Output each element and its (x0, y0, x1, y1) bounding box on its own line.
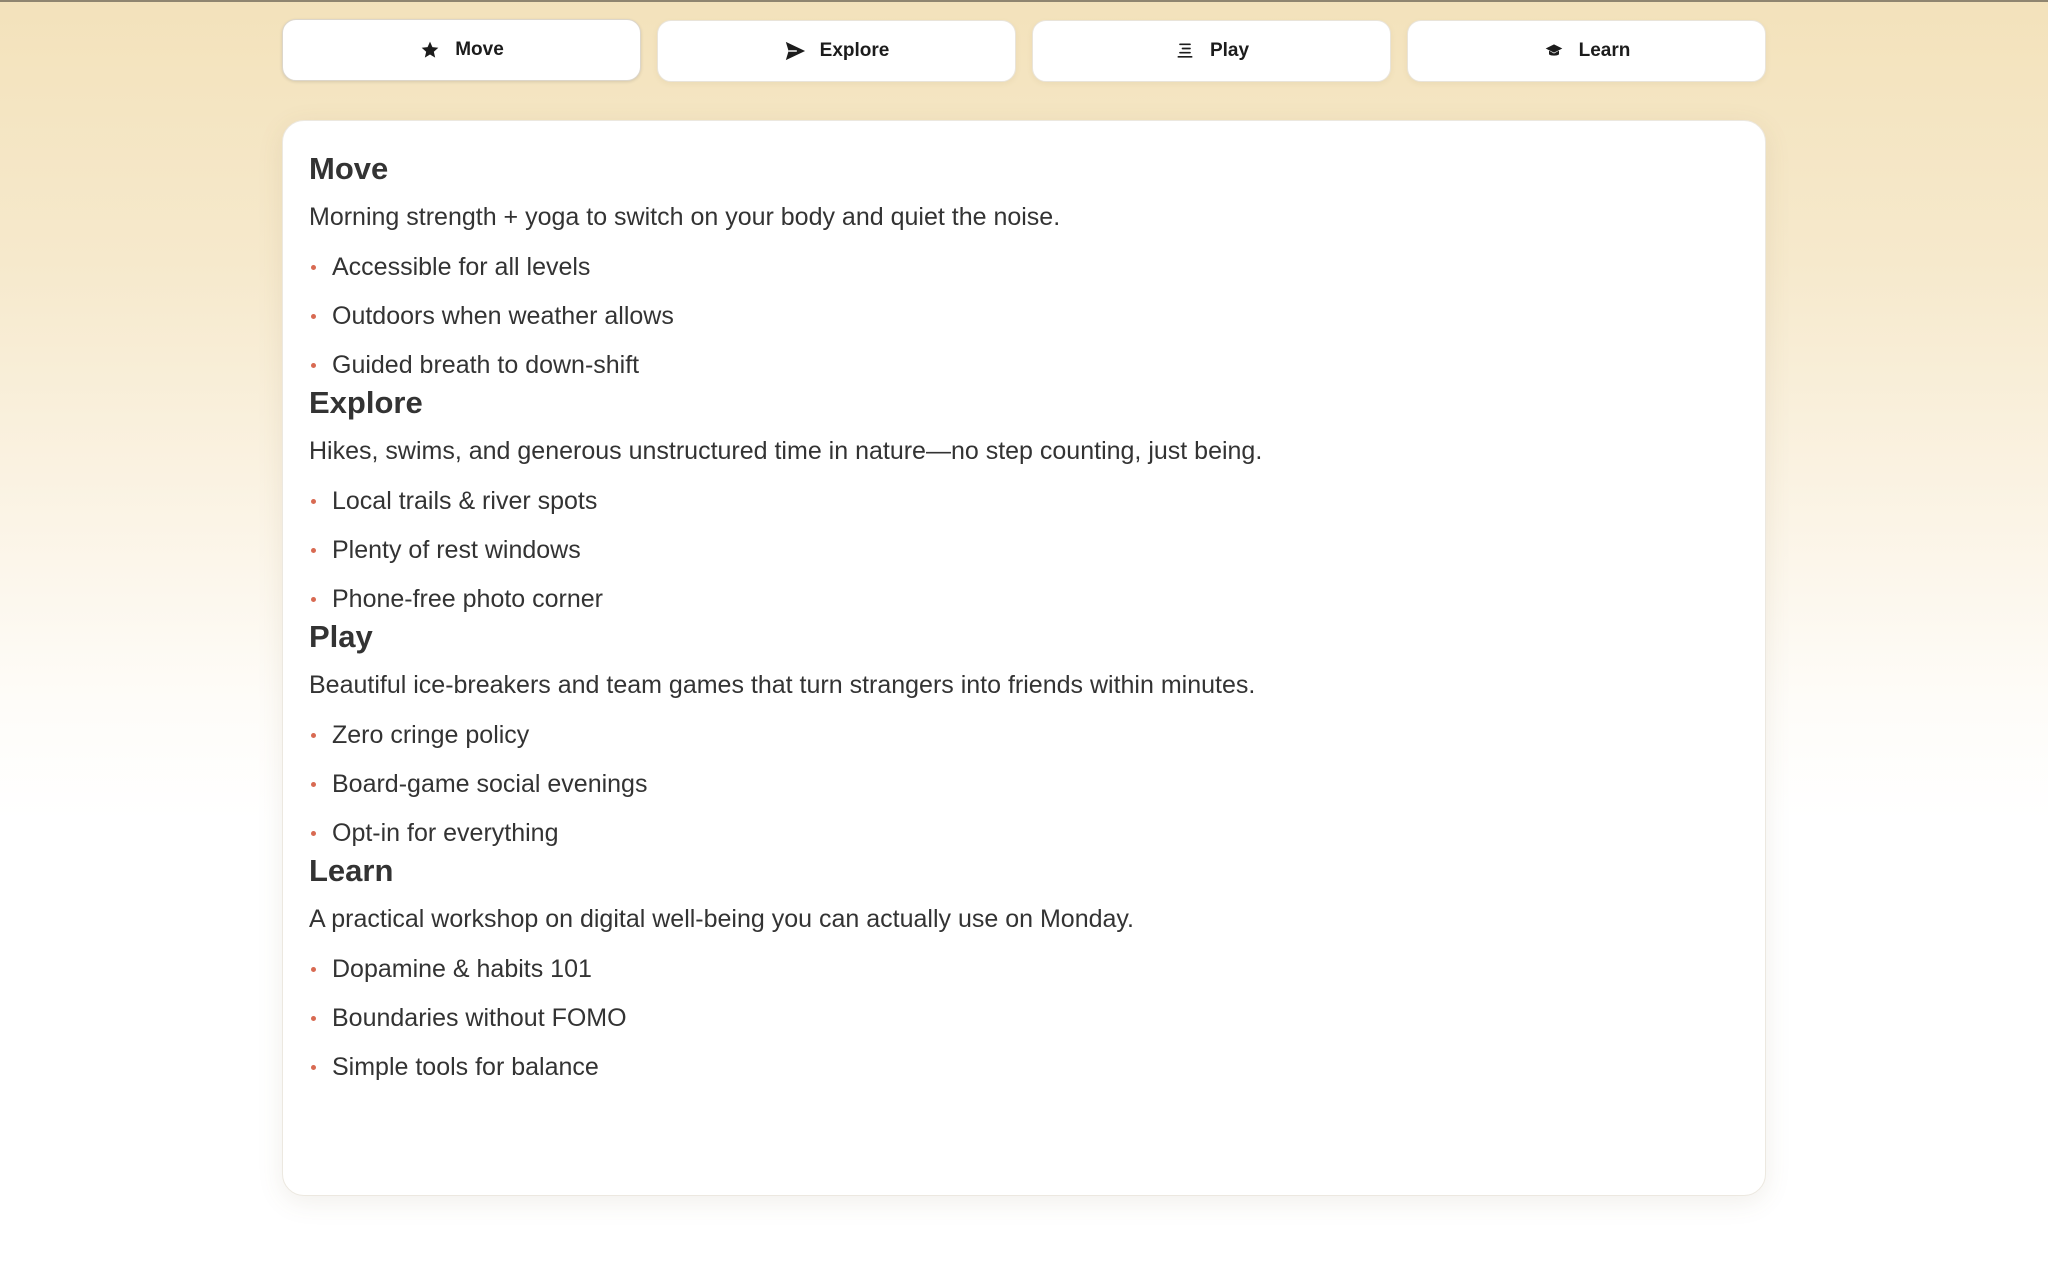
tab-learn-label: Learn (1578, 40, 1631, 61)
list-item-text: Outdoors when weather allows (332, 302, 674, 330)
tab-explore[interactable]: Explore (657, 20, 1016, 82)
list-item-text: Accessible for all levels (332, 253, 591, 281)
list-item-text: Dopamine & habits 101 (332, 955, 592, 983)
bullet-icon (311, 967, 316, 972)
bullet-icon (311, 1065, 316, 1070)
list-item: Local trails & river spots (309, 483, 1739, 519)
feature-list: Zero cringe policy Board-game social eve… (309, 717, 1739, 851)
list-item-text: Simple tools for balance (332, 1053, 599, 1081)
section-description: Beautiful ice-breakers and team games th… (309, 671, 1256, 699)
feature-list: Dopamine & habits 101 Boundaries without… (309, 951, 1739, 1085)
list-item: Boundaries without FOMO (309, 1000, 1739, 1036)
section-title: Explore (309, 385, 423, 420)
tab-explore-label: Explore (819, 40, 890, 61)
bullet-icon (311, 314, 316, 319)
list-item-text: Local trails & river spots (332, 487, 598, 515)
section-description: Hikes, swims, and generous unstructured … (309, 437, 1263, 465)
list-item-text: Board-game social evenings (332, 770, 648, 798)
list-item: Phone-free photo corner (309, 581, 1739, 617)
tab-bar: Move Explore Play Learn (282, 19, 1766, 82)
section-description: A practical workshop on digital well-bei… (309, 905, 1134, 933)
window-top-edge (0, 0, 2048, 2)
content-panel: Move Morning strength + yoga to switch o… (282, 120, 1766, 1196)
bullet-icon (311, 597, 316, 602)
section-title: Move (309, 151, 389, 186)
tab-move-label: Move (455, 39, 504, 60)
graduation-cap-icon (1543, 40, 1565, 62)
bullet-icon (311, 831, 316, 836)
section-title: Learn (309, 853, 394, 888)
list-item-text: Phone-free photo corner (332, 585, 604, 613)
bullet-icon (311, 1016, 316, 1021)
tab-move[interactable]: Move (282, 19, 641, 81)
feature-list: Local trails & river spots Plenty of res… (309, 483, 1739, 617)
section-learn: Learn A practical workshop on digital we… (309, 851, 1739, 1085)
section-play: Play Beautiful ice-breakers and team gam… (309, 617, 1739, 851)
list-item: Zero cringe policy (309, 717, 1739, 753)
list-item-text: Zero cringe policy (332, 721, 530, 749)
section-explore: Explore Hikes, swims, and generous unstr… (309, 383, 1739, 617)
bullet-icon (311, 782, 316, 787)
list-item: Outdoors when weather allows (309, 298, 1739, 334)
tab-play[interactable]: Play (1032, 20, 1391, 82)
list-item: Simple tools for balance (309, 1049, 1739, 1085)
list-item: Board-game social evenings (309, 766, 1739, 802)
section-description: Morning strength + yoga to switch on you… (309, 203, 1061, 231)
section-title: Play (309, 619, 373, 654)
bullet-icon (311, 363, 316, 368)
list-item: Guided breath to down-shift (309, 347, 1739, 383)
bullet-icon (311, 548, 316, 553)
bullet-icon (311, 499, 316, 504)
list-item-text: Plenty of rest windows (332, 536, 581, 564)
tab-learn[interactable]: Learn (1407, 20, 1766, 82)
star-icon (419, 39, 441, 61)
send-icon (784, 40, 806, 62)
bullet-icon (311, 265, 316, 270)
feature-list: Accessible for all levels Outdoors when … (309, 249, 1739, 383)
list-item-text: Boundaries without FOMO (332, 1004, 627, 1032)
list-item: Dopamine & habits 101 (309, 951, 1739, 987)
bullet-icon (311, 733, 316, 738)
list-item-text: Guided breath to down-shift (332, 351, 640, 379)
list-icon (1174, 40, 1196, 62)
section-move: Move Morning strength + yoga to switch o… (309, 149, 1739, 383)
tab-play-label: Play (1209, 40, 1250, 61)
list-item-text: Opt-in for everything (332, 819, 559, 847)
list-item: Plenty of rest windows (309, 532, 1739, 568)
list-item: Accessible for all levels (309, 249, 1739, 285)
list-item: Opt-in for everything (309, 815, 1739, 851)
